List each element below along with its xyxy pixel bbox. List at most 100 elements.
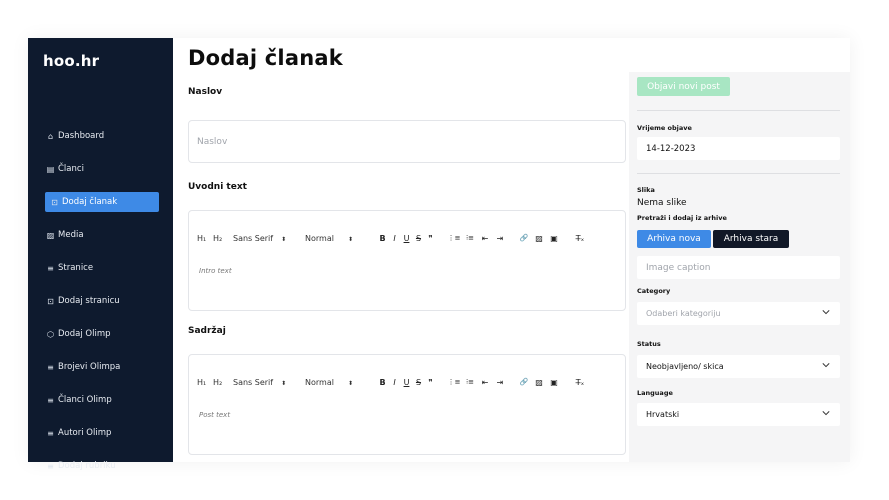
select-arrow-icon: ⬍ [281,235,287,243]
intro-editor[interactable]: H₁ H₂ Sans Serif ⬍ Normal ⬍ B I U S ❞ ⋮≡ ⁝… [188,210,626,311]
ordered-list-icon[interactable]: ⋮≡ [446,234,462,242]
language-value: Hrvatski [646,410,680,419]
font-select-value: Sans Serif [233,377,274,387]
chevron-down-icon [822,310,830,315]
select-arrow-icon: ⬍ [347,379,353,387]
content-placeholder: Post text [199,411,231,419]
list-icon: ≡ [47,362,54,372]
italic-button[interactable]: I [389,378,400,387]
sidebar-item-brojevi-olimpa[interactable]: ≡ Brojevi Olimpa [45,357,159,377]
size-select[interactable]: Normal ⬍ [305,378,363,387]
outdent-icon[interactable]: ⇤ [478,234,492,243]
bold-button[interactable]: B [377,378,388,387]
size-select-value: Normal [305,233,334,243]
font-select[interactable]: Sans Serif ⬍ [233,234,291,243]
image-icon: ▨ [46,230,55,240]
select-arrow-icon: ⬍ [281,379,287,387]
naslov-input[interactable]: Naslov [188,120,626,163]
list-icon: ≡ [47,428,54,438]
sadrzaj-label: Sadržaj [188,326,226,336]
clear-format-icon[interactable]: T̶ₓ [573,234,587,243]
sidebar-item-label: Članci [58,164,84,174]
image-caption-input[interactable]: Image caption [637,256,840,279]
sidebar-item-dodaj-rubriku[interactable]: ≡ Dodaj rubriku [45,456,159,476]
sidebar-item-label: Dodaj rubriku [58,461,116,471]
underline-button[interactable]: U [401,234,412,243]
font-select[interactable]: Sans Serif ⬍ [233,378,291,387]
publish-button[interactable]: Objavi novi post [637,77,730,96]
quote-icon[interactable]: ❞ [425,378,436,387]
content-editor[interactable]: H₁ H₂ Sans Serif ⬍ Normal ⬍ B I U S ❞ ⋮≡ ⁝… [188,354,626,455]
ordered-list-icon[interactable]: ⋮≡ [446,378,462,386]
outdent-icon[interactable]: ⇤ [478,378,492,387]
add-page-icon: ⊡ [47,296,54,306]
category-select[interactable]: Odaberi kategoriju [637,302,840,325]
sidebar-item-label: Media [58,230,84,240]
indent-icon[interactable]: ⇥ [493,378,507,387]
font-select-value: Sans Serif [233,233,274,243]
language-label: Language [637,389,673,397]
home-icon: ⌂ [47,131,54,141]
image-label: Slika [637,186,655,194]
content-toolbar: H₁ H₂ Sans Serif ⬍ Normal ⬍ B I U S ❞ ⋮≡ ⁝… [197,375,588,389]
sidebar-item-label: Autori Olimp [58,428,112,438]
sidebar-item-stranice[interactable]: ≡ Stranice [45,258,159,278]
select-arrow-icon: ⬍ [347,235,353,243]
video-icon[interactable]: ▣ [547,378,561,387]
status-select[interactable]: Neobjavljeno/ skica [637,355,840,378]
sidebar-item-autori-olimp[interactable]: ≡ Autori Olimp [45,423,159,443]
link-icon[interactable]: 🔗 [517,378,531,386]
image-icon[interactable]: ▨ [532,378,546,387]
date-label: Vrijeme objave [637,124,692,132]
language-select[interactable]: Hrvatski [637,403,840,426]
sidebar-item-dashboard[interactable]: ⌂ Dashboard [45,126,159,146]
strike-button[interactable]: S [413,378,424,387]
sidebar-item-media[interactable]: ▨ Media [45,225,159,245]
clear-format-icon[interactable]: T̶ₓ [573,378,587,387]
sidebar-item-dodaj-stranicu[interactable]: ⊡ Dodaj stranicu [45,291,159,311]
quote-icon[interactable]: ❞ [425,234,436,243]
chevron-down-icon [822,411,830,416]
underline-button[interactable]: U [401,378,412,387]
bold-button[interactable]: B [377,234,388,243]
sidebar-item-dodaj-olimp[interactable]: ⬡ Dodaj Olimp [45,324,159,344]
size-select[interactable]: Normal ⬍ [305,234,363,243]
sidebar-item-label: Dodaj Olimp [58,329,111,339]
naslov-label: Naslov [188,87,223,97]
cube-icon: ⬡ [47,329,54,339]
sidebar-item-članci[interactable]: ▤ Članci [45,159,159,179]
page-title: Dodaj članak [188,46,343,70]
chevron-down-icon [822,363,830,368]
uvodni-text-label: Uvodni text [188,182,247,192]
image-caption-placeholder: Image caption [646,262,711,273]
h1-button[interactable]: H₁ [197,234,213,243]
video-icon[interactable]: ▣ [547,234,561,243]
no-image-text: Nema slike [637,198,687,208]
list-icon: ≡ [47,263,54,273]
sidebar: hoo.hr ⌂ Dashboard ▤ Članci ⊡ Dodaj članak ▨ Me… [28,38,173,471]
image-icon[interactable]: ▨ [532,234,546,243]
status-value: Neobjavljeno/ skica [646,362,724,371]
strike-button[interactable]: S [413,234,424,243]
link-icon[interactable]: 🔗 [517,234,531,242]
sidebar-item-članci-olimp[interactable]: ≡ Članci Olimp [45,390,159,410]
h2-button[interactable]: H₂ [213,234,229,243]
bullet-list-icon[interactable]: ⁝≡ [463,378,477,386]
intro-placeholder: Intro text [199,267,232,275]
add-article-icon: ⊡ [51,197,58,207]
indent-icon[interactable]: ⇥ [493,234,507,243]
date-input[interactable]: 14-12-2023 [637,137,840,160]
h1-button[interactable]: H₁ [197,378,213,387]
archive-new-button[interactable]: Arhiva nova [637,230,711,248]
sidebar-item-label: Stranice [58,263,94,273]
article-icon: ▤ [46,164,55,174]
list-icon: ≡ [47,395,54,405]
list-icon: ≡ [47,461,54,471]
sidebar-item-dodaj-članak[interactable]: ⊡ Dodaj članak [45,192,159,212]
italic-button[interactable]: I [389,234,400,243]
bullet-list-icon[interactable]: ⁝≡ [463,234,477,242]
h2-button[interactable]: H₂ [213,378,229,387]
logo: hoo.hr [43,52,100,70]
divider [637,173,840,174]
archive-old-button[interactable]: Arhiva stara [713,230,789,248]
